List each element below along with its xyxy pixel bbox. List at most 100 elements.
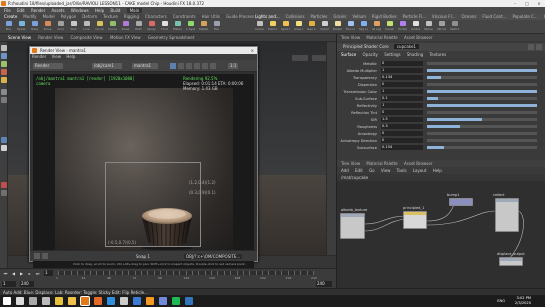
shelf-tool[interactable]: Ambient	[411, 21, 420, 33]
tab-tree-view[interactable]: Tree View	[341, 35, 360, 40]
shelf-tab[interactable]: Deform	[82, 14, 97, 19]
taskbar-spotify-icon[interactable]	[172, 297, 180, 305]
snapshot-icon[interactable]	[186, 63, 192, 69]
node-principled[interactable]	[403, 211, 427, 229]
shelf-tool[interactable]: Curve	[108, 21, 117, 33]
param-value-field[interactable]: 0.1	[381, 96, 423, 101]
rv-menu-view[interactable]: View	[52, 54, 62, 59]
snapshot-next-icon[interactable]	[42, 253, 48, 259]
shelf-tab[interactable]: Fluid Cont...	[482, 14, 506, 19]
step-forward-button[interactable]: ▸	[26, 270, 33, 277]
param-value-field[interactable]: 0.154	[381, 145, 423, 150]
taskbar-search-icon[interactable]	[16, 297, 24, 305]
start-frame-field[interactable]: 1	[2, 281, 16, 287]
net-menu-edit[interactable]: Edit	[355, 168, 363, 173]
shelf-tool[interactable]: Switcher	[450, 21, 459, 33]
param-slider[interactable]	[427, 62, 537, 65]
node-collect[interactable]	[495, 198, 519, 232]
shelf-tab[interactable]: Particle Fl...	[403, 14, 426, 19]
help-icon[interactable]	[528, 44, 534, 50]
rotate-tool-icon[interactable]	[1, 69, 7, 75]
shelf-tool[interactable]: Env Light	[346, 21, 355, 33]
taskbar-chrome-icon[interactable]	[55, 297, 63, 305]
param-value-field[interactable]: 0.134	[381, 75, 423, 80]
rv-menu-render[interactable]: Render	[32, 54, 46, 59]
tab-render-view[interactable]: Render View	[38, 35, 63, 40]
camera-select[interactable]: /obj/cam1	[92, 63, 122, 69]
menu-build[interactable]: Build	[110, 8, 120, 13]
shelf-tool[interactable]: Portal	[398, 21, 407, 33]
shelf-tab[interactable]: Particles	[311, 14, 328, 19]
render-button[interactable]: Render	[33, 63, 63, 69]
param-value-field[interactable]: 0	[381, 138, 423, 143]
shelf-tab[interactable]: Populate C...	[512, 14, 537, 19]
tab-asset-browser[interactable]: Asset Browser	[404, 35, 432, 40]
param-slider[interactable]	[427, 69, 537, 72]
shelf-tool[interactable]: Null	[69, 21, 78, 33]
shelf-tool[interactable]: Spray	[147, 21, 156, 33]
shelf-tool[interactable]: Point Light	[268, 21, 277, 33]
taskbar-firefox-icon[interactable]	[94, 297, 102, 305]
node-displace-output[interactable]	[499, 257, 523, 266]
system-clock[interactable]: 3:02 PM 2/3/2020	[515, 296, 531, 306]
param-slider[interactable]	[427, 146, 537, 149]
param-slider[interactable]	[427, 76, 537, 79]
param-slider[interactable]	[427, 104, 537, 107]
tab-geometry-spreadsheet[interactable]: Geometry Spreadsheet	[148, 35, 194, 40]
shelf-tool[interactable]: Tube	[30, 21, 39, 33]
network-path-bar[interactable]: /mat/cupcake	[337, 174, 545, 181]
param-value-field[interactable]: 1	[381, 68, 423, 73]
shelf-tool[interactable]: GI Light	[372, 21, 381, 33]
end-frame-field[interactable]: 240	[20, 281, 34, 287]
param-value-field[interactable]: 0	[381, 110, 423, 115]
taskbar-taskview-icon[interactable]	[42, 297, 50, 305]
tab-material-palette[interactable]: Material Palette	[366, 35, 397, 40]
shelf-tab[interactable]: Characters	[145, 14, 167, 19]
viewport-camera-menu[interactable]	[292, 55, 308, 61]
tab-shading[interactable]: Shading	[407, 52, 423, 57]
param-value-field[interactable]: 0	[381, 82, 423, 87]
param-slider[interactable]	[427, 125, 537, 128]
taskbar-explorer-icon[interactable]	[68, 297, 76, 305]
net-tab-tree[interactable]: Tree View	[341, 161, 360, 166]
shelf-tool[interactable]: Torus	[43, 21, 52, 33]
shelf-tab[interactable]: Grains	[333, 14, 346, 19]
param-slider[interactable]	[427, 132, 537, 135]
taskbar-houdini-icon[interactable]	[80, 296, 90, 306]
param-value-field[interactable]: 0	[381, 131, 423, 136]
taskbar-cortana-icon[interactable]	[29, 297, 37, 305]
shelf-tab[interactable]: Hair Utils	[202, 14, 220, 19]
shelf-tool[interactable]: Grid	[56, 21, 65, 33]
shelf-tab[interactable]: Collisions	[286, 14, 305, 19]
param-value-field[interactable]: 1.5	[381, 117, 423, 122]
param-slider[interactable]	[427, 111, 537, 114]
jump-start-button[interactable]: ⏮	[2, 270, 9, 277]
menu-help[interactable]: Help	[95, 8, 104, 13]
shelf-tool[interactable]: File	[212, 21, 221, 33]
shelf-tab[interactable]: Rigging	[124, 14, 139, 19]
move-tool-icon[interactable]	[1, 61, 7, 67]
taskbar-edge-icon[interactable]	[185, 297, 193, 305]
net-tab-assets[interactable]: Asset Browser	[404, 161, 432, 166]
shelf-tool[interactable]: Geo Light	[307, 21, 316, 33]
select-tool-icon[interactable]	[1, 45, 7, 51]
shelf-tool[interactable]: Sphere	[17, 21, 26, 33]
zoom-select[interactable]: 1:1	[228, 63, 239, 69]
desktop-selector[interactable]: Main	[126, 8, 143, 13]
handle-tool-icon[interactable]	[1, 89, 7, 95]
maximize-button[interactable]: □	[521, 0, 533, 7]
record-icon[interactable]	[1, 182, 7, 188]
shelf-tool[interactable]: Spot Light	[281, 21, 290, 33]
language-indicator[interactable]: ENG	[497, 299, 505, 303]
renderer-select[interactable]: mantra1	[132, 63, 158, 69]
shelf-tab[interactable]: Constraints	[173, 14, 196, 19]
shelf-tool[interactable]: VR Cam	[437, 21, 446, 33]
scale-tool-icon[interactable]	[1, 77, 7, 83]
taskbar-discord-icon[interactable]	[159, 297, 167, 305]
shelf-tool[interactable]: L-System	[186, 21, 195, 33]
menu-file[interactable]: File	[4, 8, 11, 13]
shelf-tab[interactable]: Viscous Fl...	[432, 14, 456, 19]
shelf-tab[interactable]: Create	[4, 14, 17, 19]
net-menu-go[interactable]: Go	[369, 168, 375, 173]
rv-menu-help[interactable]: Help	[66, 54, 75, 59]
